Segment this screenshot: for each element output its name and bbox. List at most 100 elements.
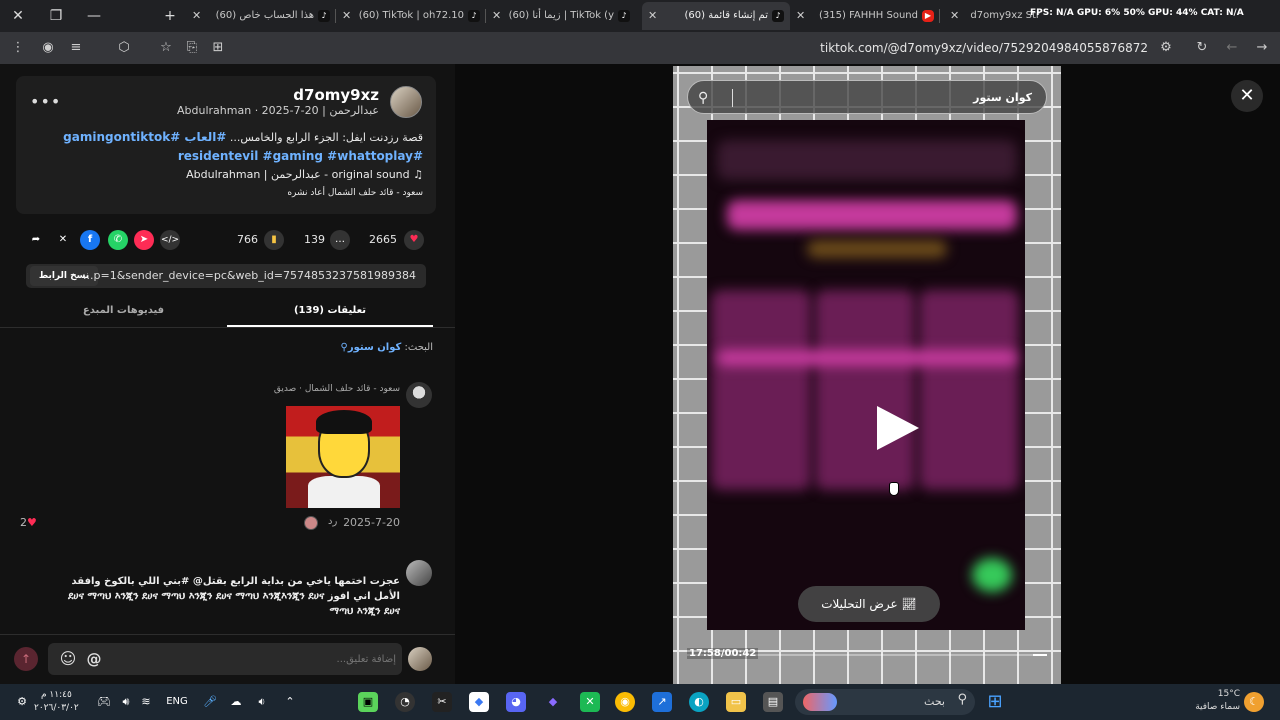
share-link-text[interactable]: ...p=1&sender_device=pc&web_id=757485323… [83,264,416,288]
browser-tab[interactable]: ✕ (60) TikTok | oh72.10 ♪ [336,2,486,30]
app-icon-capcut[interactable]: ✂ [432,692,452,712]
minimize-window-icon[interactable]: — [82,4,106,28]
creator-liked-avatar [304,516,318,530]
reply-button[interactable]: رد [328,516,337,527]
tab-strip: ✕ ❐ — + ✕ (60) هذا الحساب خاص ♪ ✕ (60) T… [0,0,1280,32]
author-username[interactable]: d7omy9xz [293,86,379,104]
cast-icon[interactable]: ⎘ [182,38,202,58]
close-video-icon[interactable]: ✕ [1231,80,1263,112]
tiktok-icon: ♪ [468,10,480,22]
xbox-icon[interactable]: ✕ [580,692,600,712]
tab-close-icon[interactable]: ✕ [796,2,805,30]
close-window-icon[interactable]: ✕ [6,4,30,28]
tab-comments[interactable]: (139) تعليقات [227,296,433,327]
hashtag-line[interactable]: #residentevil #gaming #whattoplay [178,149,423,163]
video-search-box[interactable]: ⚲ كوان ستور [687,80,1047,114]
tab-close-icon[interactable]: ✕ [648,2,657,30]
language-indicator[interactable]: ENG [162,692,192,712]
browser-tab-active[interactable]: ✕ (60) تم إنشاء قائمة ♪ [642,2,790,30]
comment-like-button[interactable]: 2♥ [20,516,37,529]
sound-link[interactable]: ♫ original sound - عبدالرحمن | Abdulrahm… [186,168,423,181]
author-avatar[interactable] [390,86,422,118]
browser-toolbar: ⋮ ◉ ≡ ⬡ ☆ ⎘ ⊞ tiktok.com/@d7omy9xz/video… [0,32,1280,64]
browser-tab[interactable]: ✕ (315) FAHHH Sound ▶ [790,2,940,30]
app-icon-chart[interactable]: ↗ [652,692,672,712]
wifi-icon[interactable]: ≋ [136,692,156,712]
share-arrow-icon[interactable]: ➦ [26,230,46,250]
like-heart-icon[interactable]: ♥ [404,230,424,250]
bookmark-star-icon[interactable]: ☆ [156,38,176,58]
taskbar-search[interactable]: بحث ⚲ [795,689,975,715]
comment-icon[interactable]: … [330,230,350,250]
restore-window-icon[interactable]: ❐ [44,4,68,28]
windows-taskbar: ⚙ ١١:٤٥ م ٢٠٢٦/٠٣/٠٢ 🎮︎ 🔊︎ ≋ ENG 🎤︎ ☁ 🔉︎… [0,684,1280,720]
address-bar[interactable]: tiktok.com/@d7omy9xz/video/7529204984055… [230,36,1184,60]
tab-creator-videos[interactable]: فيديوهات المبدع [20,296,227,327]
microphone-icon[interactable]: 🎤︎ [200,692,220,712]
bookmark-icon[interactable]: ▮ [264,230,284,250]
emoji-icon[interactable]: ☺ [58,649,78,669]
cloud-icon[interactable]: ☁ [226,692,246,712]
tiktok-icon: ♪ [772,10,784,22]
extensions-icon[interactable]: ⬡ [114,38,134,58]
search-icon: ⚲ [698,90,709,106]
x-twitter-icon[interactable]: ✕ [53,230,73,250]
browser-tab[interactable]: ✕ (60) هذا الحساب خاص ♪ [186,2,336,30]
volume-mixer-icon[interactable]: 🔉︎ [252,692,272,712]
video-player[interactable]: ⚲ كوان ستور عرض التحليلات 📈︎ 17:58/00:42 [673,66,1061,684]
edge-icon[interactable]: ◐ [689,692,709,712]
embed-code-icon[interactable]: </> [160,230,180,250]
tab-close-icon[interactable]: ✕ [192,2,201,30]
browser-tab[interactable]: ✕ (60) زيما أنا | TikTok (y ♪ [486,2,636,30]
mention-icon[interactable]: @ [84,649,104,669]
new-tab-icon[interactable]: + [158,4,182,28]
hashtag-line[interactable]: #العاب #gamingontiktok [63,130,226,144]
profile-icon[interactable]: ◉ [38,38,58,58]
site-settings-icon[interactable]: ⚙ [1156,38,1176,58]
comment-composer: ↑ ☺ @ [0,634,455,684]
app-icon-clock[interactable]: ◔ [395,692,415,712]
commenter-avatar[interactable] [406,382,432,408]
windows-start-icon[interactable]: ⊞ [985,692,1005,712]
more-options-icon[interactable]: ••• [30,92,61,111]
tab-close-icon[interactable]: ✕ [492,2,501,30]
speaker-icon[interactable]: 🔊︎ [116,692,136,712]
repost-note: سعود - قائد حلف الشمال أعاد نشره [287,188,423,198]
file-explorer-icon[interactable]: ▭ [726,692,746,712]
chrome-icon[interactable]: ◉ [615,692,635,712]
commenter-name[interactable]: سعود - قائد حلف الشمال · صديق [274,384,400,394]
tiktok-icon: ♪ [318,10,330,22]
comment-input[interactable] [196,643,396,675]
search-suggestion[interactable]: البحث: كوان ستور⚲ [341,342,433,353]
search-query[interactable]: كوان ستور [348,342,401,353]
chevron-up-icon[interactable]: ⌃ [280,692,300,712]
controller-icon[interactable]: 🎮︎ [94,692,114,712]
tab-close-icon[interactable]: ✕ [342,2,351,30]
weather-moon-icon: ☾ [1244,692,1264,712]
tab-close-icon[interactable]: ✕ [950,2,959,30]
reload-icon[interactable]: ↻ [1192,38,1212,58]
forward-icon[interactable]: ← [1222,38,1242,58]
translate-icon[interactable]: ⊞ [208,38,228,58]
commenter-avatar[interactable] [406,560,432,586]
video-search-text: كوان ستور [973,91,1032,104]
media-controls-icon[interactable]: ≡ [66,38,86,58]
settings-gear-icon[interactable]: ⚙ [12,692,32,712]
app-icon-green[interactable]: ▣ [358,692,378,712]
play-icon[interactable] [877,406,919,450]
view-analytics-button[interactable]: عرض التحليلات 📈︎ [798,586,940,622]
whatsapp-icon[interactable]: ✆ [108,230,128,250]
discord-icon[interactable]: ◕ [506,692,526,712]
app-icon-window[interactable]: ▤ [763,692,783,712]
post-comment-button[interactable]: ↑ [14,647,38,671]
back-icon[interactable]: → [1252,38,1272,58]
weather-temp: 15°C [1217,689,1240,699]
menu-icon[interactable]: ⋮ [8,38,28,58]
browser-tab[interactable]: ✕ d7omy9xz Str [944,2,1044,30]
send-to-friend-icon[interactable]: ➤ [134,230,154,250]
app-icon-diamond[interactable]: ◆ [543,692,563,712]
system-clock[interactable]: ١١:٤٥ م ٢٠٢٦/٠٣/٠٢ [34,689,79,715]
app-icon-blue[interactable]: ◆ [469,692,489,712]
facebook-icon[interactable]: f [80,230,100,250]
weather-widget[interactable]: 15°C سماء صافية [1180,688,1240,714]
